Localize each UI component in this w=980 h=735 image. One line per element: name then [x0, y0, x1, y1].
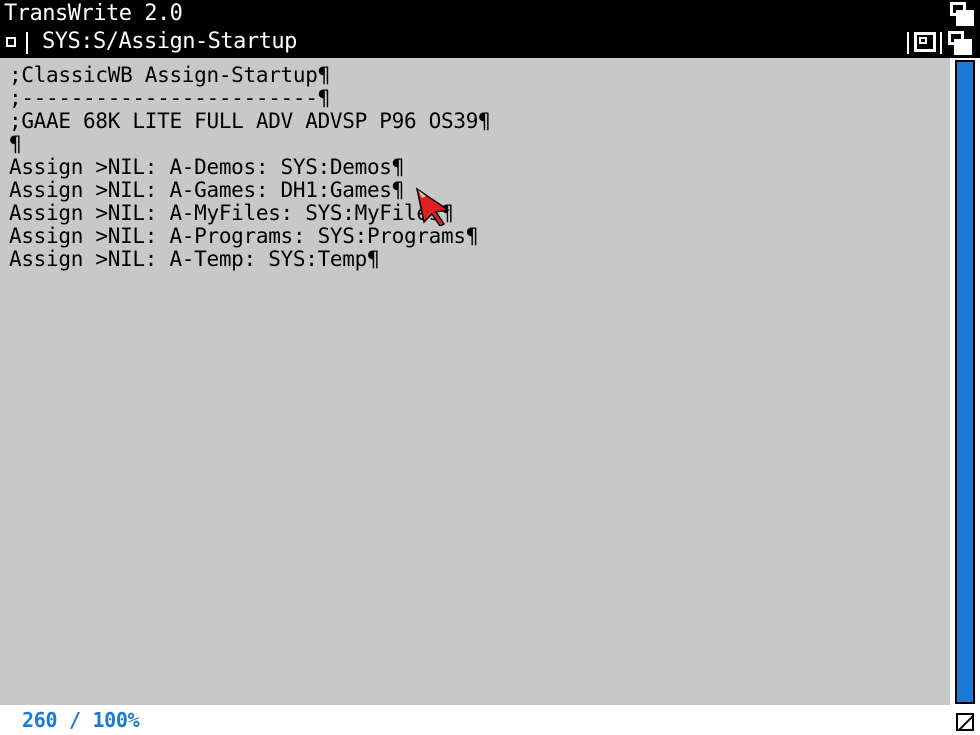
- window-depth-icon[interactable]: [948, 31, 972, 55]
- zoom-inner-box: [919, 37, 927, 44]
- editor-line[interactable]: ;------------------------¶: [9, 87, 490, 110]
- title-divider: [26, 32, 28, 54]
- editor-text[interactable]: ;ClassicWB Assign-Startup¶ ;-------------…: [9, 64, 491, 271]
- editor-line[interactable]: Assign >NIL: A-Temp: SYS:Temp¶: [9, 248, 490, 271]
- window-title: SYS:S/Assign-Startup: [42, 29, 297, 54]
- depth-divider: [940, 32, 942, 54]
- depth-front-square: [954, 39, 972, 55]
- editor-line[interactable]: Assign >NIL: A-Programs: SYS:Programs¶: [9, 225, 490, 248]
- editor-line[interactable]: ;ClassicWB Assign-Startup¶: [9, 64, 490, 87]
- screen-title-bar[interactable]: TransWrite 2.0: [0, 0, 980, 28]
- text-editor[interactable]: ;ClassicWB Assign-Startup¶ ;-------------…: [0, 58, 950, 705]
- screen-depth-icon[interactable]: [950, 2, 974, 26]
- resize-icon[interactable]: [950, 705, 980, 735]
- editor-line[interactable]: ¶: [9, 133, 490, 156]
- depth-front-square: [956, 10, 974, 26]
- mouse-pointer-icon: [415, 187, 450, 226]
- scrollbar-knob[interactable]: [955, 60, 975, 704]
- status-line-zoom: 260 / 100%: [22, 708, 140, 732]
- editor-line[interactable]: ;GAAE 68K LITE FULL ADV ADVSP P96 OS39¶: [9, 110, 491, 133]
- window-title-bar[interactable]: SYS:S/Assign-Startup: [0, 28, 980, 58]
- close-icon[interactable]: [6, 37, 16, 47]
- screen-title: TransWrite 2.0: [4, 1, 183, 26]
- editor-line[interactable]: Assign >NIL: A-Demos: SYS:Demos¶: [9, 156, 490, 179]
- zoom-icon[interactable]: [914, 32, 936, 52]
- status-bar: 260 / 100%: [0, 705, 950, 735]
- zoom-divider: [907, 32, 909, 54]
- resize-diagonal: [958, 715, 972, 729]
- resize-box: [956, 713, 974, 731]
